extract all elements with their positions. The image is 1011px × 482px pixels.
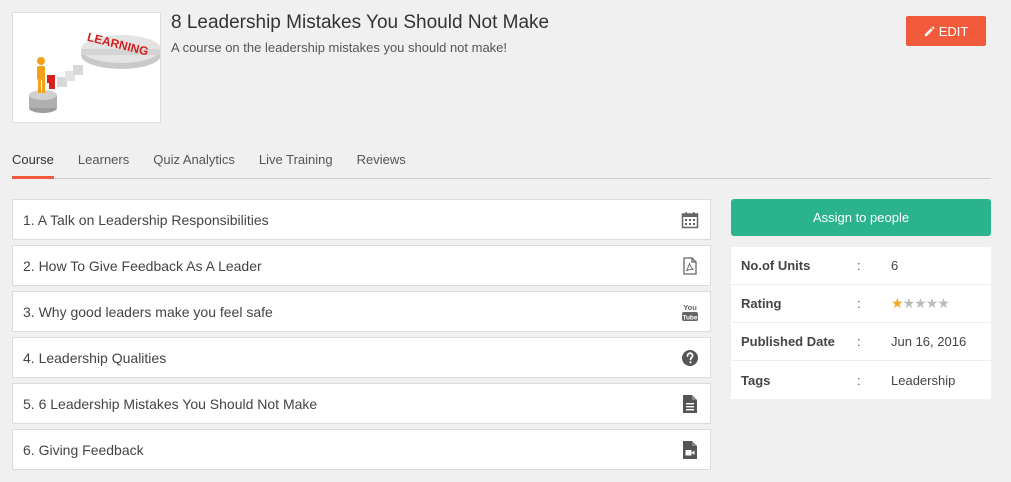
edit-button-label: EDIT xyxy=(938,23,969,39)
video-icon xyxy=(680,440,700,460)
tab-quiz-analytics[interactable]: Quiz Analytics xyxy=(153,150,235,179)
tab-reviews[interactable]: Reviews xyxy=(357,150,406,179)
youtube-icon: You Tube xyxy=(680,302,700,322)
page-title: 8 Leadership Mistakes You Should Not Mak… xyxy=(171,12,550,33)
course-info-panel: No.of Units : 6 Rating : ★ ★ ★ ★ ★ Published… xyxy=(731,247,991,399)
assign-to-people-button[interactable]: Assign to people xyxy=(731,199,991,236)
info-row-tags: Tags : Leadership xyxy=(731,361,991,399)
unit-label: 6. Giving Feedback xyxy=(23,441,144,458)
document-icon xyxy=(680,394,700,414)
published-key: Published Date xyxy=(741,334,835,349)
list-item[interactable]: 4. Leadership Qualities xyxy=(12,337,711,378)
unit-label: 3. Why good leaders make you feel safe xyxy=(23,303,273,320)
list-item[interactable]: 3. Why good leaders make you feel safe Y… xyxy=(12,291,711,332)
rating-key: Rating xyxy=(741,296,782,311)
svg-text:You: You xyxy=(683,303,697,312)
course-subtitle: A course on the leadership mistakes you … xyxy=(171,40,508,55)
unit-label: 4. Leadership Qualities xyxy=(23,349,167,366)
tab-course[interactable]: Course xyxy=(12,150,54,179)
units-key: No.of Units xyxy=(741,258,811,273)
rating-stars: ★ ★ ★ ★ ★ xyxy=(891,295,950,312)
svg-text:Tube: Tube xyxy=(682,314,697,321)
tab-learners[interactable]: Learners xyxy=(78,150,129,179)
tags-key: Tags xyxy=(741,372,771,388)
course-thumbnail: LEARNING xyxy=(12,12,161,123)
units-value: 6 xyxy=(891,258,899,273)
pdf-icon xyxy=(680,256,700,276)
published-value: Jun 16, 2016 xyxy=(891,334,967,349)
learning-illustration: LEARNING xyxy=(13,13,160,122)
separator: : xyxy=(857,372,861,388)
list-item[interactable]: 2. How To Give Feedback As A Leader xyxy=(12,245,711,286)
info-row-published: Published Date : Jun 16, 2016 xyxy=(731,323,991,361)
unit-list: 1. A Talk on Leadership Responsibilities… xyxy=(12,199,711,475)
unit-label: 2. How To Give Feedback As A Leader xyxy=(23,257,262,274)
star-empty-icon: ★ xyxy=(925,295,939,311)
tags-value: Leadership xyxy=(891,372,956,388)
list-item[interactable]: 5. 6 Leadership Mistakes You Should Not … xyxy=(12,383,711,424)
star-empty-icon: ★ xyxy=(914,295,927,311)
calendar-icon xyxy=(680,210,700,230)
list-item[interactable]: 1. A Talk on Leadership Responsibilities xyxy=(12,199,711,240)
info-row-units: No.of Units : 6 xyxy=(731,247,991,285)
edit-button[interactable]: EDIT xyxy=(906,16,986,46)
list-item[interactable]: 6. Giving Feedback xyxy=(12,429,711,470)
info-row-rating: Rating : ★ ★ ★ ★ ★ xyxy=(731,285,991,323)
course-tabs: Course Learners Quiz Analytics Live Trai… xyxy=(12,150,991,179)
star-empty-icon: ★ xyxy=(937,295,950,311)
star-empty-icon: ★ xyxy=(902,295,916,311)
separator: : xyxy=(857,334,861,349)
tab-live-training[interactable]: Live Training xyxy=(259,150,333,179)
question-icon xyxy=(680,348,700,368)
unit-label: 1. A Talk on Leadership Responsibilities xyxy=(23,211,269,228)
separator: : xyxy=(857,296,861,311)
star-filled-icon: ★ xyxy=(891,295,904,311)
pencil-icon xyxy=(924,26,935,36)
unit-label: 5. 6 Leadership Mistakes You Should Not … xyxy=(23,395,318,412)
separator: : xyxy=(857,258,861,273)
